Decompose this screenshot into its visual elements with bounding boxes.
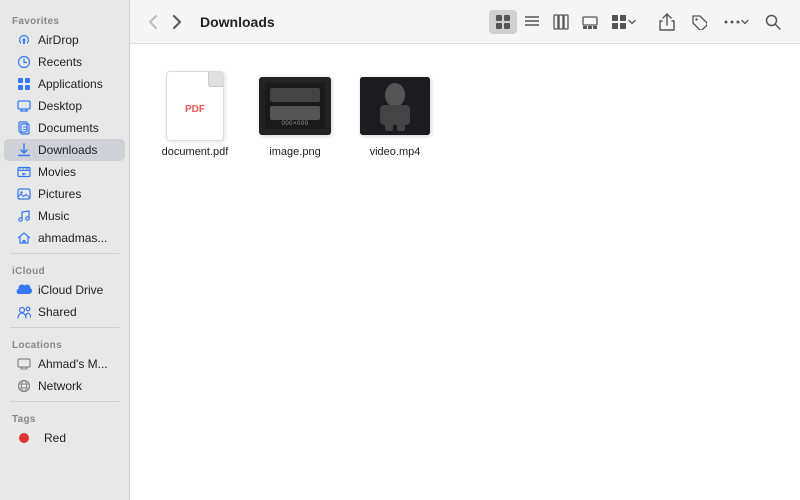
airdrop-icon [16, 32, 32, 48]
computer-icon [16, 356, 32, 372]
sidebar-item-network[interactable]: Network [4, 375, 125, 397]
divider-tags [10, 401, 119, 402]
toolbar-actions [652, 9, 788, 35]
sidebar-item-movies[interactable]: Movies [4, 161, 125, 183]
page-title: Downloads [200, 14, 275, 30]
recents-icon [16, 54, 32, 70]
png-filename: image.png [269, 146, 320, 158]
sidebar-item-red-tag[interactable]: Red [4, 427, 125, 449]
toolbar: Downloads [130, 0, 800, 44]
desktop-label: Desktop [38, 99, 82, 113]
divider-icloud [10, 253, 119, 254]
shared-label: Shared [38, 305, 77, 319]
network-label: Network [38, 379, 82, 393]
sidebar-item-desktop[interactable]: Desktop [4, 95, 125, 117]
divider-locations [10, 327, 119, 328]
file-item-video-mp4[interactable]: video.mp4 [350, 64, 440, 164]
pdf-file-icon: PDF [159, 70, 231, 142]
tag-button[interactable] [684, 10, 714, 34]
home-label: ahmadmas... [38, 231, 107, 245]
red-tag-label: Red [44, 431, 66, 445]
nav-buttons [142, 11, 188, 33]
search-button[interactable] [758, 10, 788, 34]
file-item-image-png[interactable]: 000×000 image.png [250, 64, 340, 164]
ahmads-mac-label: Ahmad's M... [38, 357, 108, 371]
downloads-label: Downloads [38, 143, 97, 157]
png-thumbnail: 000×000 [259, 77, 331, 135]
sidebar-item-music[interactable]: Music [4, 205, 125, 227]
share-button[interactable] [652, 9, 682, 35]
sidebar-item-ahmads-mac[interactable]: Ahmad's M... [4, 353, 125, 375]
desktop-icon [16, 98, 32, 114]
sidebar-section-locations: Locations [0, 332, 129, 353]
pictures-icon [16, 186, 32, 202]
network-icon [16, 378, 32, 394]
view-columns-button[interactable] [547, 10, 575, 34]
pdf-filename: document.pdf [162, 146, 229, 158]
home-icon [16, 230, 32, 246]
pdf-label: PDF [185, 104, 205, 115]
video-filename: video.mp4 [370, 146, 421, 158]
sidebar-item-home[interactable]: ahmadmas... [4, 227, 125, 249]
movies-label: Movies [38, 165, 76, 179]
main-content: Downloads [130, 0, 800, 500]
view-icon-grid-button[interactable] [489, 10, 517, 34]
airdrop-label: AirDrop [38, 33, 79, 47]
shared-icon [16, 304, 32, 320]
sidebar-item-icloud-drive[interactable]: iCloud Drive [4, 279, 125, 301]
sidebar-item-downloads[interactable]: Downloads [4, 139, 125, 161]
downloads-icon [16, 142, 32, 158]
movies-icon [16, 164, 32, 180]
actions-button[interactable] [716, 10, 756, 34]
documents-label: Documents [38, 121, 99, 135]
view-more-button[interactable] [605, 10, 642, 34]
view-list-button[interactable] [518, 10, 546, 34]
video-file-icon [359, 70, 431, 142]
sidebar: Favorites AirDrop Recents [0, 0, 130, 500]
forward-button[interactable] [166, 11, 188, 33]
pictures-label: Pictures [38, 187, 81, 201]
icloud-drive-label: iCloud Drive [38, 283, 103, 297]
music-label: Music [38, 209, 69, 223]
svg-text:000×000: 000×000 [281, 121, 308, 127]
sidebar-item-documents[interactable]: Documents [4, 117, 125, 139]
icloud-icon [16, 282, 32, 298]
sidebar-item-airdrop[interactable]: AirDrop [4, 29, 125, 51]
file-area: PDF document.pdf 000×000 image.png [130, 44, 800, 500]
view-gallery-button[interactable] [576, 10, 604, 34]
sidebar-item-recents[interactable]: Recents [4, 51, 125, 73]
music-icon [16, 208, 32, 224]
video-thumbnail [360, 77, 430, 135]
applications-label: Applications [38, 77, 103, 91]
view-options [489, 10, 642, 34]
sidebar-section-icloud: iCloud [0, 258, 129, 279]
documents-icon [16, 120, 32, 136]
red-tag-icon [16, 430, 32, 446]
back-button[interactable] [142, 11, 164, 33]
sidebar-section-favorites: Favorites [0, 8, 129, 29]
sidebar-item-shared[interactable]: Shared [4, 301, 125, 323]
sidebar-item-applications[interactable]: Applications [4, 73, 125, 95]
applications-icon [16, 76, 32, 92]
file-item-document-pdf[interactable]: PDF document.pdf [150, 64, 240, 164]
sidebar-section-tags: Tags [0, 406, 129, 427]
png-file-icon: 000×000 [259, 70, 331, 142]
sidebar-item-pictures[interactable]: Pictures [4, 183, 125, 205]
recents-label: Recents [38, 55, 82, 69]
